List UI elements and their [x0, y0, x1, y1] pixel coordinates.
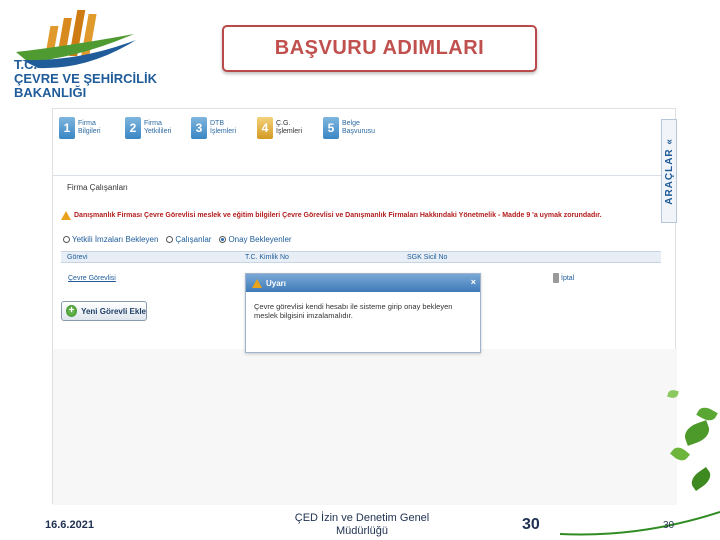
step-label: Ç.G. İşlemleri	[276, 120, 303, 135]
close-icon[interactable]: ×	[471, 277, 476, 287]
step-number-icon: 1	[59, 117, 75, 139]
wizard-steps: 1 Firma Bilgileri 2 Firma Yetkilileri 3 …	[59, 117, 619, 147]
leaf-icon	[696, 404, 718, 424]
radio-onay-bekleyenler[interactable]: Onay Bekleyenler	[219, 235, 292, 244]
radio-circle-icon	[219, 236, 227, 243]
column-header-gorevi: Görevi	[67, 254, 88, 261]
add-icon: +	[66, 305, 78, 317]
step-number-icon: 3	[191, 117, 207, 139]
warning-text: Danışmanlık Firması Çevre Görevlisi mesl…	[74, 212, 602, 219]
footer-slide-number: 30	[663, 520, 675, 531]
footer-date: 16.6.2021	[45, 519, 94, 531]
warning-icon	[61, 211, 71, 220]
cancel-button[interactable]: İptal	[553, 273, 574, 283]
step-label: Belge Başvurusu	[342, 120, 376, 135]
warning-dialog: Uyarı × Çevre görevlisi kendi hesabı ile…	[245, 273, 481, 353]
step-firma-bilgileri[interactable]: 1 Firma Bilgileri	[59, 117, 118, 139]
radio-circle-icon	[63, 236, 70, 243]
section-title: Firma Çalışanları	[67, 183, 128, 192]
filter-radio-group: Yetkili İmzaları Bekleyen Çalışanlar Ona…	[63, 235, 292, 244]
divider	[53, 175, 661, 176]
tools-tab-label: ARAÇLAR «	[663, 137, 675, 205]
logo-line-bakanlik: BAKANLIĞI	[14, 85, 87, 100]
panel-empty-area	[53, 349, 677, 505]
radio-circle-icon	[166, 236, 174, 243]
leaf-icon	[687, 466, 715, 492]
radio-calisanlar[interactable]: Çalışanlar	[166, 235, 211, 244]
column-header-sgk-sicil: SGK Sicil No	[407, 254, 448, 261]
leaf-icon	[681, 420, 713, 446]
step-belge-basvurusu[interactable]: 5 Belge Başvurusu	[323, 117, 382, 139]
tools-side-tab[interactable]: ARAÇLAR «	[661, 119, 677, 223]
dialog-header: Uyarı ×	[246, 274, 480, 292]
cancel-label: İptal	[561, 274, 575, 282]
row-gorevi-link[interactable]: Çevre Görevlisi	[68, 275, 116, 282]
dialog-message: Çevre görevlisi kendi hesabı ile sisteme…	[254, 302, 453, 320]
ministry-name: T.C. ÇEVRE VE ŞEHİRCİLİK BAKANLIĞI	[14, 58, 174, 100]
radio-label: Yetkili İmzaları Bekleyen	[72, 235, 159, 244]
radio-label: Çalışanlar	[175, 235, 212, 244]
slide-title: BAŞVURU ADIMLARI	[274, 37, 485, 59]
step-number-icon: 5	[323, 117, 339, 139]
radio-yetkili-imzalari[interactable]: Yetkili İmzaları Bekleyen	[63, 235, 158, 244]
footer-page-number: 30	[522, 516, 540, 533]
step-cg-islemleri[interactable]: 4 Ç.G. İşlemleri	[257, 117, 316, 139]
warning-row: Danışmanlık Firması Çevre Görevlisi mesl…	[61, 211, 602, 220]
radio-label: Onay Bekleyenler	[228, 235, 292, 244]
step-label: DTB İşlemleri	[210, 120, 237, 135]
application-screenshot-panel: 1 Firma Bilgileri 2 Firma Yetkilileri 3 …	[52, 108, 677, 505]
cancel-icon	[553, 273, 559, 283]
add-officer-button[interactable]: + Yeni Görevli Ekle	[61, 301, 147, 321]
step-label: Firma Yetkilileri	[144, 120, 172, 135]
footer-department: ÇED İzin ve Denetim Genel Müdürlüğü	[294, 512, 430, 537]
logo-line-ministry: ÇEVRE VE ŞEHİRCİLİK	[14, 71, 158, 86]
step-dtb-islemleri[interactable]: 3 DTB İşlemleri	[191, 117, 250, 139]
table-header: Görevi T.C. Kimlik No SGK Sicil No	[61, 251, 661, 263]
step-number-icon: 4	[257, 117, 273, 139]
dialog-title: Uyarı	[266, 278, 287, 288]
add-officer-label: Yeni Görevli Ekle	[81, 306, 146, 316]
warning-icon	[252, 278, 262, 288]
column-header-tc-kimlik: T.C. Kimlik No	[245, 254, 289, 261]
step-firma-yetkilileri[interactable]: 2 Firma Yetkilileri	[125, 117, 184, 139]
slide-title-box: BAŞVURU ADIMLARI	[222, 25, 537, 72]
step-label: Firma Bilgileri	[78, 120, 101, 135]
footer-swoosh	[560, 511, 720, 536]
step-number-icon: 2	[125, 117, 141, 139]
logo-line-tc: T.C.	[14, 57, 38, 72]
